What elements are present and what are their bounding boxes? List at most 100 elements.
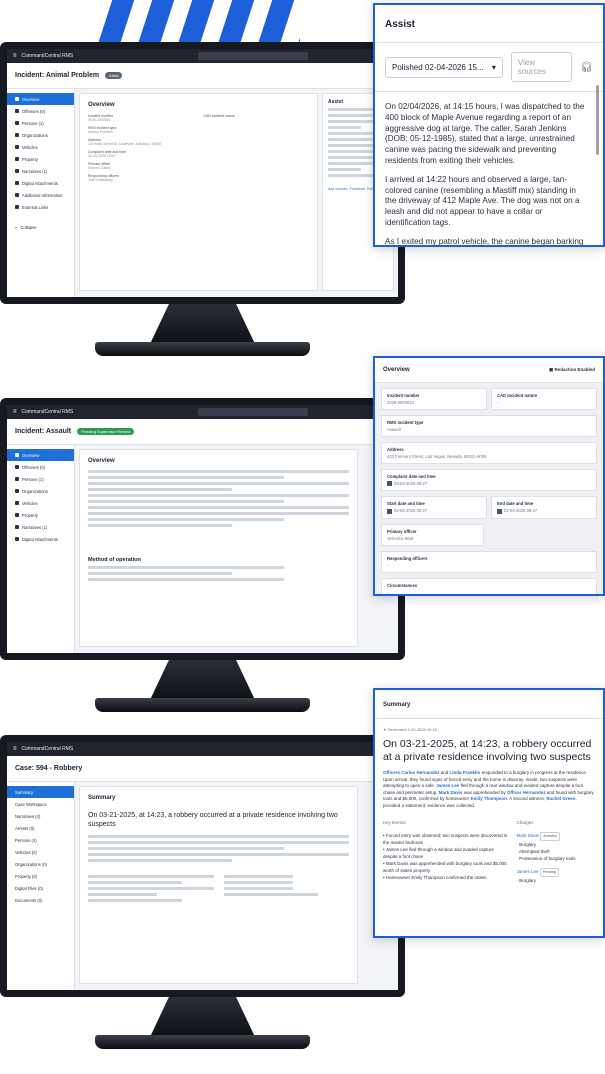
sidebar-item-narratives[interactable]: Narratives (4) — [7, 810, 74, 822]
sidebar: Overview Offenses (0) Persons (1) Organi… — [7, 445, 75, 653]
status-badge: Arrested — [540, 832, 560, 841]
headset-icon[interactable]: 🎧︎ — [580, 62, 593, 73]
narrative-paragraph: On 02/04/2026, at 14:15 hours, I was dis… — [385, 102, 585, 165]
calendar-icon — [387, 481, 392, 487]
sidebar: Summary Case Workspace Narratives (4) Ar… — [7, 782, 75, 990]
field-responding-officers: Responding officers - — [381, 550, 597, 573]
info-icon — [15, 193, 19, 197]
key-events: Key Events • Forced entry was observed; … — [383, 820, 508, 880]
app-bar: ≡ CommandCentral RMS — [7, 49, 398, 63]
assist-narrative: On 02/04/2026, at 14:15 hours, I was dis… — [375, 92, 603, 245]
search-input[interactable] — [198, 52, 309, 60]
method-of-operation-heading: Method of operation — [88, 557, 141, 563]
caret-down-icon: ▾ — [491, 62, 496, 72]
view-sources-button[interactable]: View sources — [510, 52, 573, 82]
search-input[interactable] — [198, 408, 309, 416]
sidebar-item-digital-attachments[interactable]: Digital Attachments — [7, 177, 74, 189]
charge-person-link[interactable]: James Lee — [517, 869, 539, 874]
collapse-button[interactable]: «Collapse — [7, 221, 74, 233]
scrollbar[interactable] — [596, 85, 599, 155]
sidebar-item-property[interactable]: Property (0) — [7, 870, 74, 882]
sidebar-item-vehicles[interactable]: Vehicles — [7, 141, 74, 153]
sidebar-item-vehicles[interactable]: Vehicles (0) — [7, 846, 74, 858]
redaction-toggle[interactable]: ▣ Redaction Enabled — [549, 367, 595, 373]
overview-popout: Overview ▣ Redaction Enabled Incident nu… — [373, 356, 605, 596]
narratives-icon — [15, 169, 19, 173]
field-value: Andrew Cabra — [88, 166, 111, 170]
field-cad-incident-nature: CAD incident nature - — [491, 388, 597, 410]
sidebar-item-overview[interactable]: Overview — [7, 449, 74, 461]
property-icon — [15, 157, 19, 161]
field-value: - — [203, 118, 205, 122]
sidebar-item-narratives[interactable]: Narratives (1) — [7, 165, 74, 177]
monitor-1-stand — [150, 304, 255, 344]
monitor-3-base — [95, 1035, 310, 1049]
status-badge: Initial — [105, 72, 123, 79]
link-icon — [15, 205, 19, 209]
incident-title: Incident: Animal Problem — [15, 72, 100, 79]
chevron-left-icon: « — [15, 224, 18, 230]
sidebar-item-persons[interactable]: Persons (1) — [7, 117, 74, 129]
monitor-2-base — [95, 698, 310, 712]
overview-heading: Overview — [88, 102, 115, 108]
sidebar-item-offenses[interactable]: Offenses (0) — [7, 105, 74, 117]
incident-header: Incident: Animal Problem Initial — [7, 63, 398, 89]
field-address: Address 423 Fremont Street, Las Vegas, Ne… — [381, 442, 597, 464]
monitor-1: ≡ CommandCentral RMS Incident: Animal Pr… — [0, 42, 405, 304]
sidebar-item-organizations[interactable]: Organizations (0) — [7, 858, 74, 870]
sidebar-item-property[interactable]: Property — [7, 509, 74, 521]
sidebar-item-property[interactable]: Property — [7, 153, 74, 165]
field-value: 2026-0000016 — [88, 118, 111, 122]
version-select[interactable]: Polished 02-04-2026 15... ▾ — [385, 56, 503, 78]
charge-person-link[interactable]: Mark Davis — [517, 833, 540, 838]
organizations-icon — [15, 489, 19, 493]
overview-title: Overview — [383, 367, 410, 373]
charge-item: · Burglary — [516, 878, 537, 883]
generated-timestamp: ✦ Generated 4-20-2025 10:15 — [383, 727, 437, 732]
incident-header: Incident: Assault Pending Supervisor Rev… — [7, 419, 398, 445]
proofread-button[interactable]: Proofread — [349, 187, 364, 191]
status-badge: Pending — [539, 868, 559, 877]
sidebar-item-persons[interactable]: Persons (4) — [7, 834, 74, 846]
sidebar-item-vehicles[interactable]: Vehicles — [7, 497, 74, 509]
assist-popout: Assist Polished 02-04-2026 15... ▾ View … — [373, 3, 605, 247]
sidebar-item-overview[interactable]: Overview — [7, 93, 74, 105]
monitor-3: ≡ CommandCentral RMS Case: 594 - Robbery… — [0, 735, 405, 997]
sidebar-item-documents[interactable]: Documents (0) — [7, 894, 74, 906]
overview-icon — [15, 97, 19, 101]
sidebar-item-summary[interactable]: Summary — [7, 786, 74, 798]
sidebar-item-digital-files[interactable]: Digital Files (0) — [7, 882, 74, 894]
sidebar-item-additional-information[interactable]: Additional Information — [7, 189, 74, 201]
sidebar-item-narratives[interactable]: Narratives (1) — [7, 521, 74, 533]
overview-panel: Overview Method of operation — [79, 449, 358, 647]
sidebar-item-organizations[interactable]: Organizations — [7, 129, 74, 141]
sidebar-item-offenses[interactable]: Offenses (0) — [7, 461, 74, 473]
menu-icon[interactable]: ≡ — [13, 53, 17, 59]
menu-icon[interactable]: ≡ — [13, 746, 17, 752]
sidebar-item-external-links[interactable]: External Links — [7, 201, 74, 213]
sidebar-item-case-workspace[interactable]: Case Workspace — [7, 798, 74, 810]
menu-icon[interactable]: ≡ — [13, 409, 17, 415]
sidebar-item-arrests[interactable]: Arrests (0) — [7, 822, 74, 834]
field-circumstances: Circumstances - — [381, 577, 597, 594]
field-value: 123 Main Street Dr, Dadeville, Alabama, … — [88, 142, 161, 146]
sidebar-item-persons[interactable]: Persons (1) — [7, 473, 74, 485]
monitor-2-stand — [150, 660, 255, 700]
app-name: CommandCentral RMS — [21, 53, 74, 59]
summary-panel: Summary On 03-21-2025, at 14:23, a robbe… — [79, 786, 358, 984]
charge-item: · Possession of burglary tools — [516, 856, 576, 861]
summary-heading: Summary — [88, 795, 116, 801]
event-item: • James Lee fled through a window and ev… — [383, 847, 494, 859]
sidebar-item-organizations[interactable]: Organizations — [7, 485, 74, 497]
case-title: Case: 594 - Robbery — [15, 765, 83, 772]
sidebar: Overview Offenses (0) Persons (1) Organi… — [7, 89, 75, 297]
app-bar: ≡ CommandCentral RMS — [7, 405, 398, 419]
sidebar-item-digital-attachments[interactable]: Digital Attachments — [7, 533, 74, 545]
assist-title: Assist — [375, 5, 603, 43]
persons-icon — [15, 477, 19, 481]
overview-popout-header: Overview ▣ Redaction Enabled — [375, 358, 603, 383]
property-icon — [15, 513, 19, 517]
add-sources-button[interactable]: Add sources — [328, 187, 347, 191]
event-item: • Mark Davis was apprehended with burgla… — [383, 861, 507, 873]
offenses-icon — [15, 109, 19, 113]
